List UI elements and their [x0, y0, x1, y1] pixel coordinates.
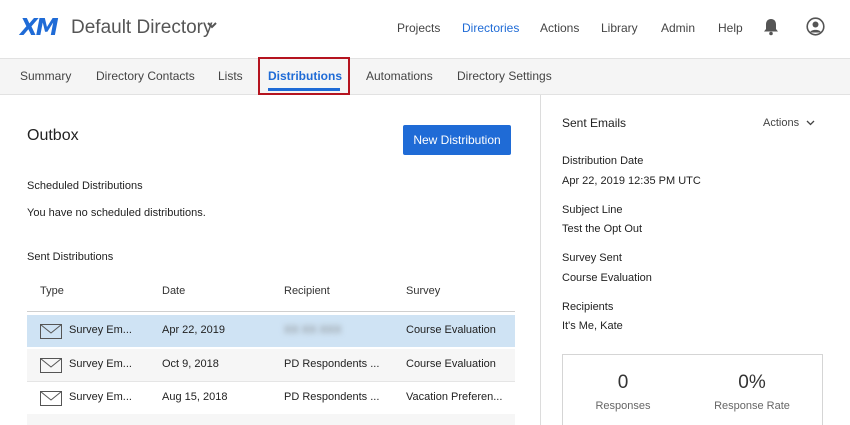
- tab-lists[interactable]: Lists: [218, 69, 243, 83]
- responses-count: 0: [617, 372, 629, 393]
- stats-card: 0 Responses 0% Response Rate: [562, 354, 823, 425]
- tab-directory-contacts[interactable]: Directory Contacts: [96, 69, 195, 83]
- scheduled-empty-message: You have no scheduled distributions.: [27, 207, 206, 219]
- xm-logo[interactable]: XM: [20, 15, 59, 41]
- tab-automations[interactable]: Automations: [366, 69, 433, 83]
- row-recipient: PD Respondents ...: [284, 391, 380, 403]
- table-row-partial[interactable]: [27, 414, 515, 425]
- row-date: Apr 22, 2019: [162, 324, 225, 336]
- row-recipient: PD Respondents ...: [284, 358, 380, 370]
- tab-directory-settings[interactable]: Directory Settings: [457, 69, 552, 83]
- column-header-date[interactable]: Date: [162, 285, 185, 297]
- row-survey: Course Evaluation: [406, 324, 496, 336]
- row-type: Survey Em...: [69, 324, 132, 336]
- row-type: Survey Em...: [69, 391, 132, 403]
- bell-icon[interactable]: [763, 18, 779, 36]
- nav-projects[interactable]: Projects: [397, 21, 440, 35]
- annotation-highlight-box: [258, 57, 350, 95]
- user-avatar-icon[interactable]: [806, 17, 825, 36]
- nav-help[interactable]: Help: [718, 21, 743, 35]
- survey-sent-value: Course Evaluation: [562, 272, 652, 284]
- nav-library[interactable]: Library: [601, 21, 638, 35]
- subject-line-label: Subject Line: [562, 204, 623, 216]
- subject-line-value: Test the Opt Out: [562, 223, 643, 235]
- responses-label: Responses: [595, 400, 651, 412]
- recipients-value: It's Me, Kate: [562, 320, 623, 332]
- tab-summary[interactable]: Summary: [20, 69, 71, 83]
- envelope-icon: [40, 358, 62, 373]
- sent-distributions-heading: Sent Distributions: [27, 251, 114, 263]
- recipients-label: Recipients: [562, 301, 614, 313]
- envelope-icon: [40, 324, 62, 339]
- top-header: XM Default Directory Projects Directorie…: [0, 0, 850, 58]
- scheduled-distributions-heading: Scheduled Distributions: [27, 180, 143, 192]
- envelope-icon: [40, 391, 62, 406]
- row-date: Oct 9, 2018: [162, 358, 219, 370]
- distribution-date-value: Apr 22, 2019 12:35 PM UTC: [562, 175, 701, 187]
- table-row[interactable]: Survey Em... Apr 22, 2019 XX XX XXX Cour…: [27, 315, 515, 347]
- column-header-type[interactable]: Type: [40, 285, 64, 297]
- chevron-down-icon[interactable]: [806, 118, 815, 127]
- table-header-divider: [27, 311, 515, 312]
- directory-subnav: Summary Directory Contacts Lists Distrib…: [0, 58, 850, 95]
- row-type: Survey Em...: [69, 358, 132, 370]
- distribution-date-label: Distribution Date: [562, 155, 644, 167]
- directory-title[interactable]: Default Directory: [71, 17, 213, 39]
- panel-divider: [540, 95, 541, 425]
- nav-directories[interactable]: Directories: [462, 21, 519, 35]
- table-row[interactable]: Survey Em... Aug 15, 2018 PD Respondents…: [27, 382, 515, 414]
- response-rate-label: Response Rate: [714, 400, 790, 412]
- row-survey: Course Evaluation: [406, 358, 496, 370]
- nav-admin[interactable]: Admin: [661, 21, 695, 35]
- column-header-recipient[interactable]: Recipient: [284, 285, 330, 297]
- survey-sent-label: Survey Sent: [562, 252, 622, 264]
- chevron-down-icon[interactable]: [206, 19, 218, 31]
- row-recipient-redacted: XX XX XXX: [284, 324, 342, 336]
- response-rate-value: 0%: [738, 372, 766, 393]
- table-row[interactable]: Survey Em... Oct 9, 2018 PD Respondents …: [27, 349, 515, 381]
- nav-actions[interactable]: Actions: [540, 21, 579, 35]
- actions-dropdown[interactable]: Actions: [763, 117, 799, 129]
- column-header-survey[interactable]: Survey: [406, 285, 440, 297]
- detail-panel-title: Sent Emails: [562, 116, 627, 130]
- page-title: Outbox: [27, 127, 79, 144]
- new-distribution-button[interactable]: New Distribution: [403, 125, 511, 155]
- row-date: Aug 15, 2018: [162, 391, 228, 403]
- row-survey: Vacation Preferen...: [406, 391, 503, 403]
